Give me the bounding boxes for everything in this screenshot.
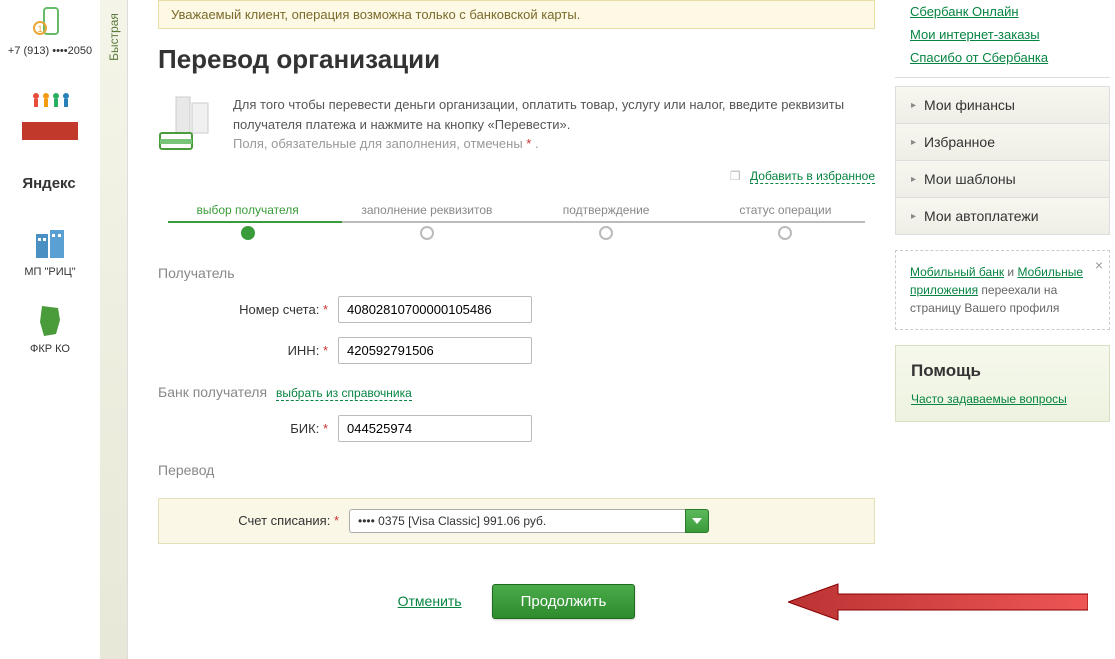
notice-box: × Мобильный банк и Мобильные приложения … [895, 250, 1110, 330]
debit-value: •••• 0375 [Visa Classic] 991.06 руб. [349, 509, 685, 533]
page-title: Перевод организации [158, 44, 875, 75]
svg-text:1: 1 [37, 24, 42, 34]
rail-phone-label: +7 (913) ••••2050 [0, 45, 100, 57]
debit-label: Счет списания: [238, 513, 330, 528]
chevron-right-icon: ▸ [911, 100, 916, 111]
rail-phone[interactable]: 1 +7 (913) ••••2050 [0, 5, 100, 57]
intro-line1: Для того чтобы перевести деньги организа… [233, 95, 875, 134]
dropdown-button[interactable] [685, 509, 709, 533]
help-box: Помощь Часто задаваемые вопросы [895, 345, 1110, 422]
inn-input[interactable] [338, 337, 532, 364]
rail-item-fkr[interactable]: ФКР КО [0, 303, 100, 355]
phone-icon: 1 [28, 5, 72, 41]
main-content: Уважаемый клиент, операция возможна толь… [128, 0, 895, 659]
acc-favorites[interactable]: ▸Избранное [895, 124, 1110, 161]
chevron-down-icon [692, 518, 702, 524]
rail-label: ФКР КО [0, 343, 100, 355]
rail-label: МП "РИЦ" [0, 266, 100, 278]
help-title: Помощь [911, 361, 1094, 381]
transfer-box: Счет списания: * •••• 0375 [Visa Classic… [158, 498, 875, 544]
step-2: заполнение реквизитов [337, 203, 516, 235]
yandex-icon: Яндекс [28, 165, 72, 201]
right-links: Сбербанк Онлайн Мои интернет-заказы Спас… [895, 0, 1110, 78]
bik-label: БИК: [290, 421, 319, 436]
notice-link-1[interactable]: Мобильный банк [910, 265, 1004, 279]
add-favorite-link[interactable]: Добавить в избранное [750, 169, 875, 184]
actions-row: Отменить Продолжить [158, 584, 875, 619]
intro-block: Для того чтобы перевести деньги организа… [158, 95, 875, 154]
intro-note: Поля, обязательные для заполнения, отмеч… [233, 136, 526, 151]
chevron-right-icon: ▸ [911, 137, 916, 148]
chevron-right-icon: ▸ [911, 174, 916, 185]
section-recipient: Получатель [158, 265, 875, 281]
bank-directory-link[interactable]: выбрать из справочника [276, 386, 412, 401]
right-link-orders[interactable]: Мои интернет-заказы [895, 23, 1110, 46]
section-transfer: Перевод [158, 462, 875, 478]
left-rail: 1 +7 (913) ••••2050 Яндекс МП "РИЦ" Ф [0, 0, 100, 659]
right-rail: Сбербанк Онлайн Мои интернет-заказы Спас… [895, 0, 1115, 659]
faq-link[interactable]: Часто задаваемые вопросы [911, 392, 1067, 406]
debit-select[interactable]: •••• 0375 [Visa Classic] 991.06 руб. [349, 509, 709, 533]
highlight-arrow [788, 582, 1088, 622]
account-input[interactable] [338, 296, 532, 323]
region-icon [28, 303, 72, 339]
acc-autopay[interactable]: ▸Мои автоплатежи [895, 198, 1110, 235]
acc-templates[interactable]: ▸Мои шаблоны [895, 161, 1110, 198]
account-label: Номер счета: [239, 302, 319, 317]
rail-item-ric[interactable]: МП "РИЦ" [0, 226, 100, 278]
bookmark-icon: ❐ [730, 169, 741, 183]
close-icon[interactable]: × [1095, 255, 1103, 276]
alert-banner: Уважаемый клиент, операция возможна толь… [158, 0, 875, 29]
quick-tab-label: Быстрая [107, 13, 121, 61]
progress-steps: выбор получателя заполнение реквизитов п… [158, 203, 875, 235]
acc-finances[interactable]: ▸Мои финансы [895, 86, 1110, 124]
rail-item-1[interactable] [0, 82, 100, 140]
rail-item-yandex[interactable]: Яндекс [0, 165, 100, 201]
building-icon [28, 226, 72, 262]
step-4: статус операции [696, 203, 875, 235]
right-link-online[interactable]: Сбербанк Онлайн [895, 0, 1110, 23]
step-3: подтверждение [517, 203, 696, 235]
quick-tab[interactable]: Быстрая [100, 0, 128, 659]
cancel-link[interactable]: Отменить [398, 593, 462, 609]
continue-button[interactable]: Продолжить [492, 584, 636, 619]
accordion: ▸Мои финансы ▸Избранное ▸Мои шаблоны ▸Мо… [895, 86, 1110, 235]
chevron-right-icon: ▸ [911, 211, 916, 222]
favorite-link-row: ❐ Добавить в избранное [158, 169, 875, 183]
section-bank: Банк получателя [158, 384, 267, 400]
right-link-spasibo[interactable]: Спасибо от Сбербанка [895, 46, 1110, 69]
step-1: выбор получателя [158, 203, 337, 235]
people-icon [28, 82, 72, 118]
inn-label: ИНН: [288, 343, 320, 358]
building-card-icon [158, 95, 218, 150]
bik-input[interactable] [338, 415, 532, 442]
